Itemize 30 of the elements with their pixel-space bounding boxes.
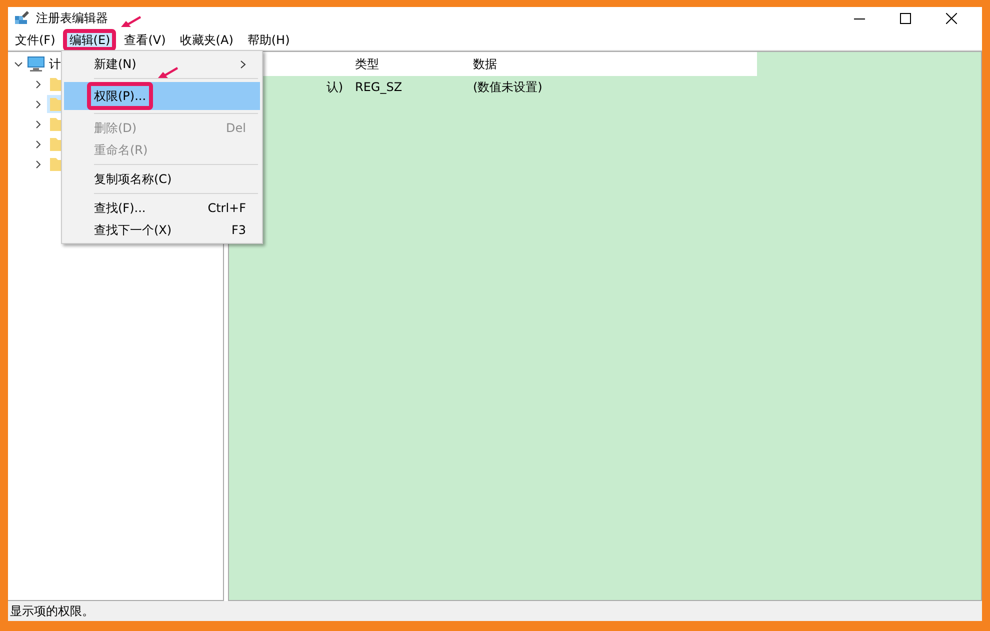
window-title: 注册表编辑器 — [36, 10, 108, 27]
menu-item[interactable]: 权限(P)... — [64, 82, 260, 110]
table-cell-text: REG_SZ — [354, 79, 404, 96]
annotation-arrow — [121, 16, 142, 26]
chevron-right-icon[interactable] — [34, 120, 43, 128]
chevron-right-icon[interactable] — [34, 100, 43, 108]
maximize-icon[interactable] — [900, 12, 910, 24]
chevron-right-icon[interactable] — [34, 140, 43, 148]
annotation-arrow — [158, 67, 178, 78]
close-icon[interactable] — [946, 12, 956, 24]
menu-item[interactable]: 文件(F) — [9, 28, 62, 50]
column-header[interactable]: 数据 — [467, 55, 667, 73]
column-header[interactable]: 类型 — [349, 55, 467, 73]
registry-editor-icon — [14, 10, 30, 26]
menu-item[interactable]: 复制项名称(C) — [64, 168, 260, 190]
table-cell-text: 认) — [325, 79, 344, 96]
menu-item[interactable]: 查找下一个(X) F3 — [64, 219, 260, 241]
menu-item[interactable]: 编辑(E) — [63, 28, 116, 50]
computer-icon — [27, 56, 45, 72]
chevron-right-icon[interactable] — [34, 160, 43, 168]
chevron-right-icon[interactable] — [34, 80, 43, 88]
tree-node-label[interactable]: 计 — [49, 55, 61, 73]
status-text: 显示项的权限。 — [10, 603, 94, 620]
menu-item[interactable]: 新建(N) — [64, 53, 260, 75]
menu-item[interactable]: 查看(V) — [118, 28, 172, 50]
menu-item[interactable]: 查找(F)... Ctrl+F — [64, 197, 260, 219]
menu-item[interactable]: 帮助(H) — [241, 28, 296, 50]
chevron-down-icon[interactable] — [14, 60, 23, 68]
menu-item[interactable]: 收藏夹(A) — [174, 28, 240, 50]
table-cell-text: (数值未设置) — [472, 79, 542, 96]
